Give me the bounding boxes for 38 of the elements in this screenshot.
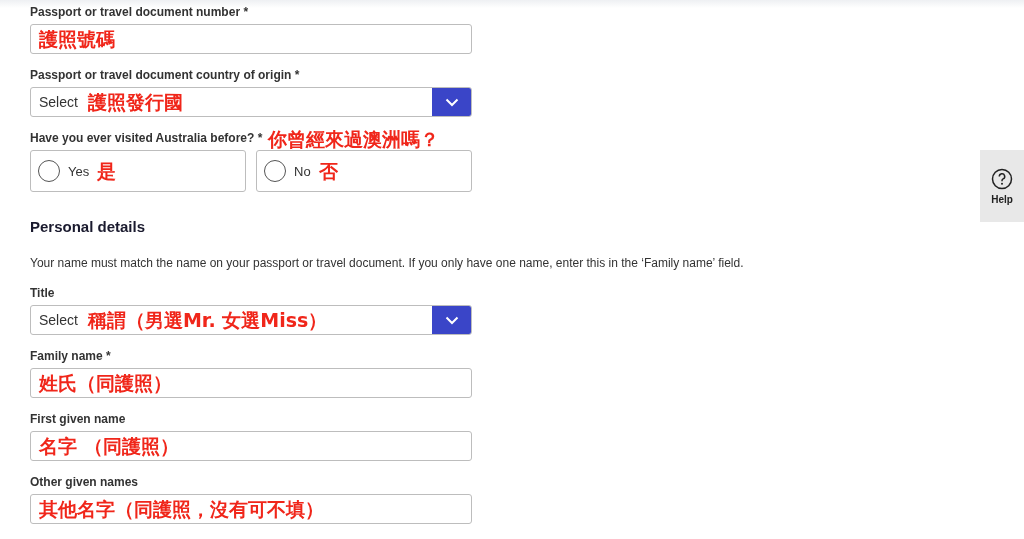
radio-circle[interactable] bbox=[38, 160, 60, 182]
radio-circle[interactable] bbox=[264, 160, 286, 182]
radio-option[interactable]: Yes 是 bbox=[30, 150, 246, 192]
field-label: Family name * bbox=[30, 349, 112, 364]
field-label: Passport or travel document country of origin * bbox=[30, 68, 301, 83]
option-label: Yes bbox=[68, 163, 90, 179]
chevron-down-icon bbox=[444, 315, 459, 325]
text-field[interactable]: 其他名字（同護照，沒有可不填） bbox=[30, 494, 472, 524]
help-icon bbox=[991, 167, 1013, 190]
field-label: Title bbox=[30, 286, 56, 301]
section-heading: Personal details bbox=[30, 218, 147, 236]
annotation-text: 是 bbox=[97, 160, 117, 182]
annotation-text: 護照發行國 bbox=[87, 91, 183, 113]
annotation-text: 否 bbox=[318, 160, 338, 182]
text-field[interactable]: 名字 （同護照） bbox=[30, 431, 472, 461]
help-button[interactable]: Help bbox=[980, 150, 1024, 222]
field-label: Passport or travel document number * bbox=[30, 5, 250, 20]
annotation-text: 你曾經來過澳洲嗎？ bbox=[268, 127, 440, 150]
field-label: Other given names bbox=[30, 475, 140, 490]
select-field[interactable]: Select 稱謂（男選Mr. 女選Miss） bbox=[30, 305, 472, 335]
instruction-text: Your name must match the name on your passport or travel document. If you only have one name, enter this in the ‘Family name’ field. bbox=[30, 255, 744, 271]
annotation-text: 名字 （同護照） bbox=[39, 435, 179, 457]
field-label: Have you ever visited Australia before? * bbox=[30, 131, 263, 146]
radio-option[interactable]: No 否 bbox=[256, 150, 472, 192]
annotation-text: 其他名字（同護照，沒有可不填） bbox=[39, 498, 324, 520]
field-label: First given name bbox=[30, 412, 127, 427]
text-field[interactable]: 護照號碼 bbox=[30, 24, 472, 54]
select-value: Select bbox=[39, 94, 78, 110]
option-label: No bbox=[294, 163, 311, 179]
dropdown-button[interactable] bbox=[432, 306, 471, 334]
select-value: Select bbox=[39, 312, 78, 328]
dropdown-button[interactable] bbox=[432, 88, 471, 116]
select-field[interactable]: Select 護照發行國 bbox=[30, 87, 472, 117]
annotation-text: 姓氏（同護照） bbox=[39, 372, 172, 394]
annotation-text: 稱謂（男選Mr. 女選Miss） bbox=[87, 309, 328, 331]
annotation-text: 護照號碼 bbox=[39, 28, 115, 50]
text-field[interactable]: 姓氏（同護照） bbox=[30, 368, 472, 398]
chevron-down-icon bbox=[444, 97, 459, 107]
